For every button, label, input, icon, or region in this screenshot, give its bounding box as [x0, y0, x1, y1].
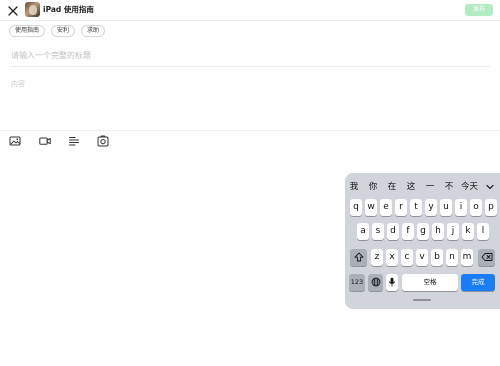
numbers-key[interactable]: 123: [349, 274, 365, 291]
key-i[interactable]: i: [455, 199, 467, 216]
candidate-word[interactable]: 在: [385, 180, 399, 192]
key-k[interactable]: k: [462, 223, 474, 240]
candidate-word[interactable]: 这: [404, 180, 418, 192]
key-x[interactable]: x: [386, 249, 398, 266]
shift-key[interactable]: [350, 249, 367, 266]
close-icon[interactable]: [6, 3, 20, 17]
key-n[interactable]: n: [446, 249, 458, 266]
publish-button[interactable]: 发布: [465, 4, 493, 16]
toolbar-divider: [0, 130, 500, 131]
key-e[interactable]: e: [380, 199, 392, 216]
tag-list: 使用指南 安利 求助: [9, 25, 106, 37]
tag-chip[interactable]: 求助: [81, 25, 106, 37]
key-u[interactable]: u: [440, 199, 452, 216]
microphone-icon[interactable]: [386, 274, 398, 291]
image-icon[interactable]: [9, 135, 21, 147]
title-divider: [10, 66, 490, 67]
key-r[interactable]: r: [395, 199, 407, 216]
key-m[interactable]: m: [461, 249, 473, 266]
key-b[interactable]: b: [431, 249, 443, 266]
candidate-word[interactable]: 今天: [461, 180, 485, 192]
done-key[interactable]: 完成: [461, 274, 495, 291]
key-l[interactable]: l: [477, 223, 489, 240]
key-p[interactable]: p: [485, 199, 497, 216]
candidate-word[interactable]: 不: [442, 180, 456, 192]
chevron-down-icon[interactable]: [484, 178, 496, 190]
space-key[interactable]: 空格: [402, 274, 458, 291]
key-j[interactable]: j: [447, 223, 459, 240]
video-icon[interactable]: [39, 135, 51, 147]
key-s[interactable]: s: [372, 223, 384, 240]
backspace-key[interactable]: [478, 249, 495, 266]
key-o[interactable]: o: [470, 199, 482, 216]
channel-avatar[interactable]: [25, 2, 40, 17]
text-format-icon[interactable]: [68, 135, 80, 147]
key-c[interactable]: c: [401, 249, 413, 266]
photo-album-icon[interactable]: [97, 135, 109, 147]
tag-chip[interactable]: 使用指南: [9, 25, 46, 37]
top-bar: iPad 使用指南 发布: [0, 0, 500, 21]
key-a[interactable]: a: [357, 223, 369, 240]
keyboard-drag-handle[interactable]: [413, 299, 431, 301]
onscreen-keyboard: 我 你 在 这 一 不 今天 q w e r t y u i o p a s d…: [345, 173, 500, 309]
header-divider: [0, 20, 500, 21]
candidate-bar: 我 你 在 这 一 不 今天: [345, 173, 500, 197]
key-t[interactable]: t: [410, 199, 422, 216]
key-z[interactable]: z: [371, 249, 383, 266]
candidate-word[interactable]: 一: [423, 180, 437, 192]
title-input[interactable]: 请输入一个完整的标题: [11, 50, 489, 61]
globe-icon[interactable]: [368, 274, 383, 291]
candidate-word[interactable]: 我: [347, 180, 361, 192]
key-y[interactable]: y: [425, 199, 437, 216]
channel-name[interactable]: iPad 使用指南: [43, 4, 94, 15]
key-f[interactable]: f: [402, 223, 414, 240]
key-q[interactable]: q: [350, 199, 362, 216]
key-g[interactable]: g: [417, 223, 429, 240]
key-v[interactable]: v: [416, 249, 428, 266]
key-d[interactable]: d: [387, 223, 399, 240]
key-h[interactable]: h: [432, 223, 444, 240]
content-input[interactable]: 内容: [11, 79, 25, 89]
candidate-word[interactable]: 你: [366, 180, 380, 192]
key-w[interactable]: w: [365, 199, 377, 216]
tag-chip[interactable]: 安利: [51, 25, 76, 37]
